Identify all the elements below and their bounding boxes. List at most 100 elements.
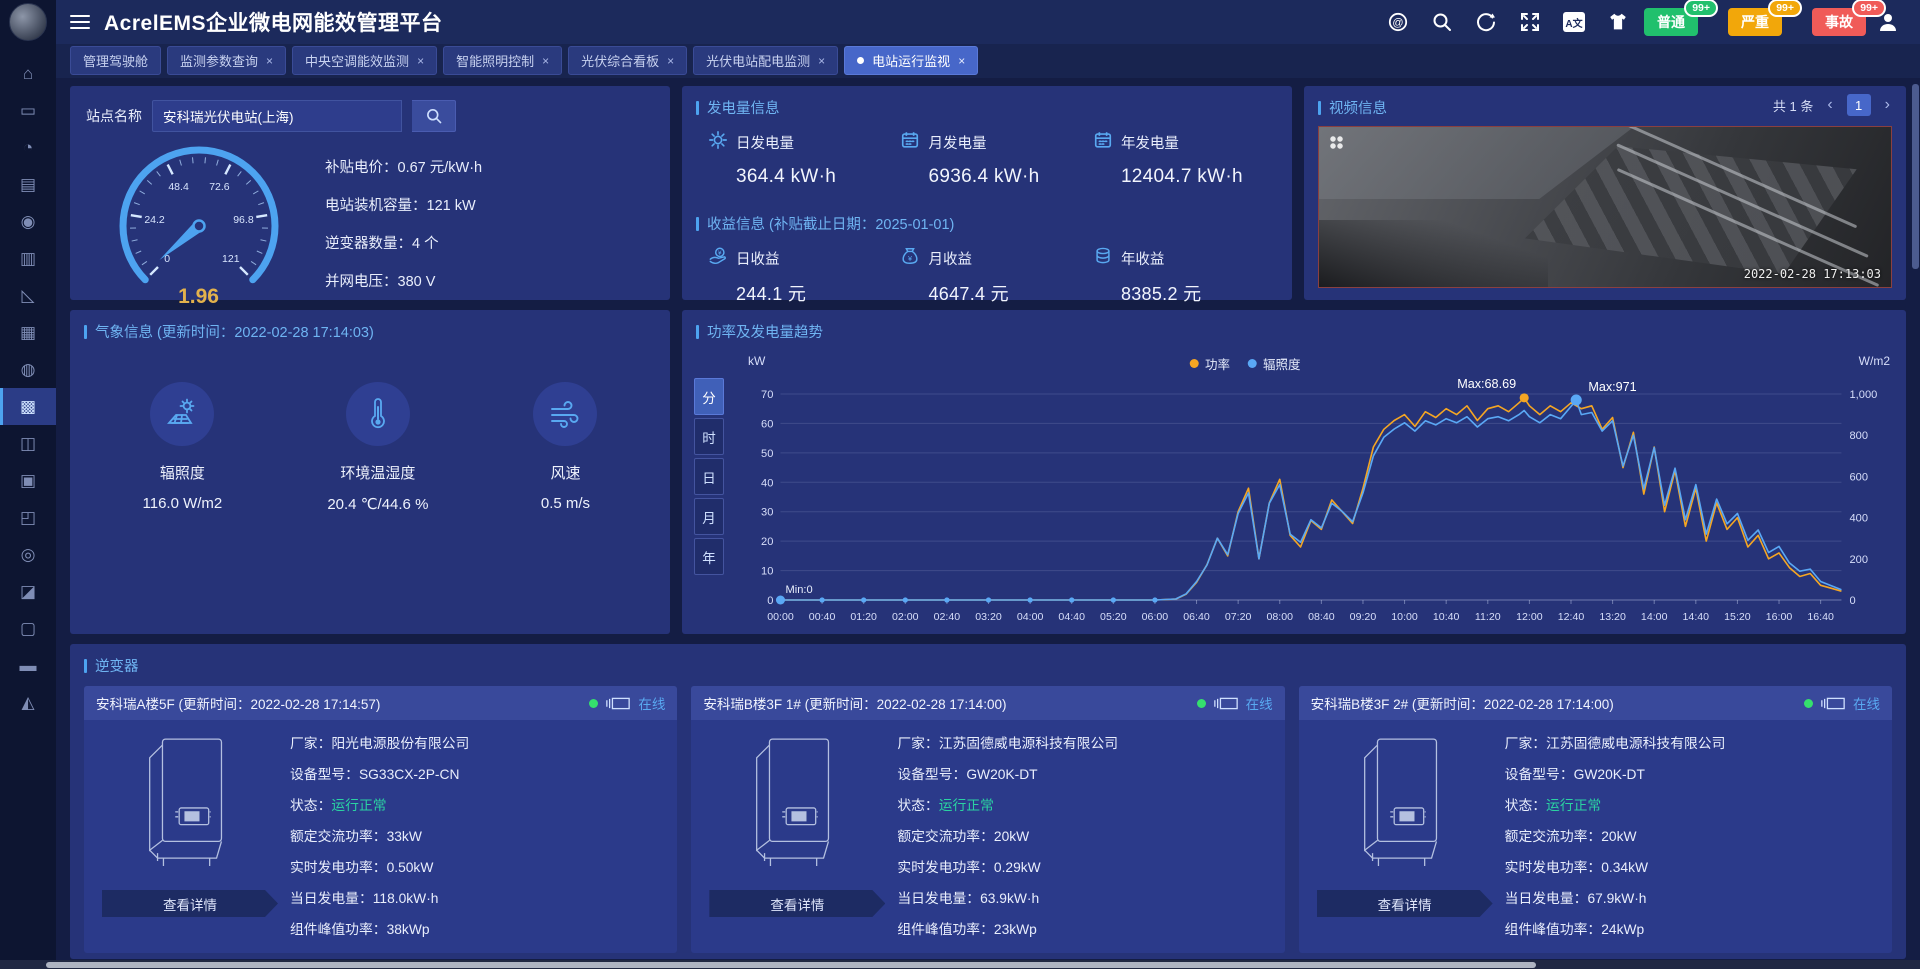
sun-icon [708,130,728,154]
sidebar-item-bell[interactable]: ◎ [0,536,56,573]
video-pagination: 共 1 条 ‹ 1 › [1773,94,1906,116]
tab-管理驾驶舱[interactable]: 管理驾驶舱 [70,46,162,75]
tab-close-icon[interactable]: × [818,54,825,68]
sidebar-item-bar-chart[interactable]: ▥ [0,240,56,277]
yearly-income: 年收益 8385.2 元 [1093,246,1285,306]
tools-icon: ◭ [21,692,35,712]
svg-text:60: 60 [761,418,773,430]
coin-hand-icon: ¥ [708,246,728,270]
sidebar-item-chip[interactable]: ▢ [0,610,56,647]
tab-监测参数查询[interactable]: 监测参数查询 × [167,46,287,75]
tab-光伏综合看板[interactable]: 光伏综合看板 × [568,46,688,75]
station-name-input[interactable] [152,100,402,132]
trend-panel: 功率及发电量趋势 分时日月年 kW W/m2 功率 辐照度 0 10 20 30 40 50… [682,310,1906,634]
page-prev-icon[interactable]: ‹ [1827,96,1832,114]
horizontal-scrollbar-thumb[interactable] [46,961,1536,968]
vertical-scrollbar[interactable] [1912,80,1919,960]
station-search-button[interactable] [412,100,456,132]
sidebar-item-panel[interactable]: ▣ [0,462,56,499]
monthly-generation: 月发电量 6936.4 kW·h [900,130,1092,188]
daily-income: ¥ 日收益 244.1 元 [708,246,900,306]
alarm-badge[interactable]: 严重 99+ [1728,0,1802,36]
tab-电站运行监视[interactable]: 电站运行监视 × [844,46,979,75]
sidebar-item-home[interactable]: ⌂ [0,55,56,92]
svg-text:08:00: 08:00 [1266,611,1293,623]
home-icon: ⌂ [22,63,34,83]
view-details-button[interactable]: 查看详情 [709,890,885,917]
inverter-field: 状态：运行正常 [290,794,665,814]
svg-text:1,000: 1,000 [1850,389,1878,401]
inverter-name: 安科瑞B楼3F 1# (更新时间：2022-02-28 17:14:00) [703,697,1007,712]
svg-text:800: 800 [1850,430,1869,442]
time-tab-时[interactable]: 时 [694,418,724,455]
page-number[interactable]: 1 [1846,94,1871,116]
time-tab-日[interactable]: 日 [694,458,724,495]
translate-icon[interactable]: A文 [1562,10,1586,34]
inverter-cards: 安科瑞A楼5F (更新时间：2022-02-28 17:14:57) 在线 查看详情… [70,682,1906,953]
inverter-status: 在线 [589,693,665,713]
time-tab-月[interactable]: 月 [694,498,724,535]
inverter-field: 当日发电量：118.0kW·h [290,887,665,907]
wind-icon [533,382,598,446]
left-axis-unit: kW [748,354,766,368]
sidebar-item-gauge[interactable]: ◔ [0,129,56,166]
svg-text:¥: ¥ [718,250,722,257]
tab-close-icon[interactable]: × [958,54,965,68]
sidebar-item-alarm[interactable]: ◉ [0,203,56,240]
sidebar-item-edit[interactable]: ◪ [0,573,56,610]
fullscreen-icon[interactable] [1518,10,1542,34]
alarm-badge[interactable]: 事故 99+ [1812,0,1886,36]
device-icon: ◫ [19,433,37,453]
theme-icon[interactable] [1606,10,1630,34]
sidebar-item-building[interactable]: ◰ [0,499,56,536]
headset-icon[interactable]: @ [1386,10,1410,34]
horizontal-scrollbar[interactable] [0,960,1920,969]
station-name-label: 站点名称 [86,108,142,124]
sidebar-item-trend[interactable]: ◺ [0,277,56,314]
svg-text:50: 50 [761,448,773,460]
user-avatar[interactable] [9,3,47,41]
alarm-badge[interactable]: 普通 99+ [1644,0,1718,36]
camera-view[interactable]: 2022-02-28 17:13:03 [1318,126,1892,288]
camera-scene-shadow [1319,219,1548,287]
page-next-icon[interactable]: › [1885,96,1890,114]
tab-close-icon[interactable]: × [667,54,674,68]
inverter-name: 安科瑞B楼3F 2# (更新时间：2022-02-28 17:14:00) [1310,697,1614,712]
sidebar-item-server[interactable]: ▬ [0,647,56,684]
search-icon[interactable] [1430,10,1454,34]
sidebar-item-device[interactable]: ◫ [0,425,56,462]
tab-光伏电站配电监测[interactable]: 光伏电站配电监测 × [693,46,839,75]
svg-text:24.2: 24.2 [144,214,165,226]
tab-label: 中央空调能效监测 [305,54,410,69]
vertical-scrollbar-thumb[interactable] [1912,84,1919,269]
legend-dot-icon [1248,359,1258,368]
money-bag-icon: ¥ [900,246,920,270]
svg-text:16:40: 16:40 [1807,611,1834,623]
tab-中央空调能效监测[interactable]: 中央空调能效监测 × [292,46,438,75]
app-title: AcrelEMS企业微电网能效管理平台 [104,12,443,35]
tab-close-icon[interactable]: × [542,54,549,68]
svg-text:10: 10 [761,566,773,578]
tab-close-icon[interactable]: × [266,54,273,68]
sidebar-item-report[interactable]: ▤ [0,166,56,203]
tab-智能照明控制[interactable]: 智能照明控制 × [443,46,563,75]
sidebar-item-document[interactable]: ▦ [0,314,56,351]
sidebar-item-tools[interactable]: ◭ [0,684,56,721]
field-value: 67.9kW·h [1587,891,1647,906]
yearly-generation: 年发电量 12404.7 kW·h [1093,130,1285,188]
alarm-badge-label: 普通 [1657,14,1685,30]
svg-text:00:40: 00:40 [809,611,836,623]
view-details-button[interactable]: 查看详情 [102,890,278,917]
weather-panel: 气象信息 (更新时间：2022-02-28 17:14:03) 辐照度 116.… [70,310,670,634]
refresh-icon[interactable] [1474,10,1498,34]
sidebar-item-bulb[interactable]: ◍ [0,351,56,388]
sidebar-item-screen[interactable]: ▭ [0,92,56,129]
tab-close-icon[interactable]: × [417,54,424,68]
menu-toggle-icon[interactable] [70,11,90,33]
time-tab-分[interactable]: 分 [694,378,724,415]
inverter-field: 额定交流功率：33kW [290,825,665,845]
sidebar-item-grid[interactable]: ▩ [0,388,56,425]
view-details-button[interactable]: 查看详情 [1317,890,1493,917]
inverter-field: 组件峰值功率：24kWp [1505,918,1880,938]
time-tab-年[interactable]: 年 [694,538,724,575]
